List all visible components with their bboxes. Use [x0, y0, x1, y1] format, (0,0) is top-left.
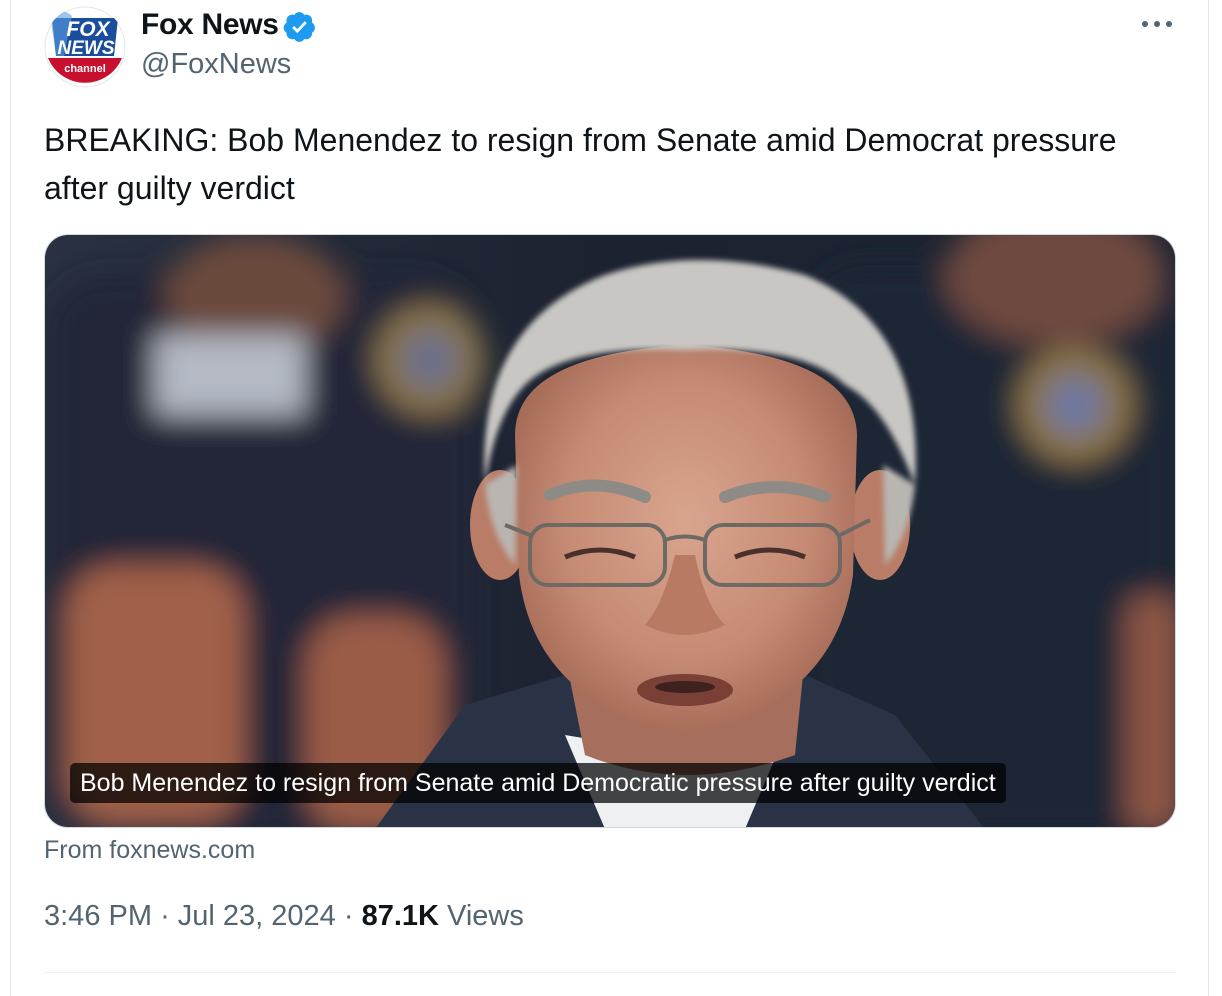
- views-count: 87.1K: [361, 900, 439, 932]
- link-card-image[interactable]: Bob Menendez to resign from Senate amid …: [44, 234, 1176, 828]
- tweet-time[interactable]: 3:46 PM: [44, 900, 152, 932]
- more-options-icon[interactable]: [1140, 14, 1174, 34]
- separator-dot: ·: [343, 900, 362, 932]
- verified-badge-icon: [283, 12, 315, 42]
- frame-border-left: [10, 0, 11, 996]
- tweet-metadata: 3:46 PM · Jul 23, 2024 · 87.1K Views: [44, 900, 524, 933]
- news-photo: [45, 235, 1175, 827]
- views-label: Views: [447, 900, 524, 932]
- divider: [44, 972, 1176, 973]
- fox-news-logo-icon: FOX NEWS channel: [44, 6, 126, 88]
- author-handle[interactable]: @FoxNews: [141, 48, 291, 81]
- link-source[interactable]: From foxnews.com: [44, 836, 255, 865]
- logo-channel-text: channel: [64, 63, 106, 75]
- avatar[interactable]: FOX NEWS channel: [44, 6, 126, 88]
- logo-news-text: NEWS: [58, 38, 115, 59]
- tweet-date[interactable]: Jul 23, 2024: [178, 900, 336, 932]
- media-caption: Bob Menendez to resign from Senate amid …: [70, 763, 1006, 803]
- tweet-text: BREAKING: Bob Menendez to resign from Se…: [44, 122, 1117, 206]
- separator-dot: ·: [160, 900, 178, 932]
- frame-border-right: [1208, 0, 1209, 996]
- author-name[interactable]: Fox News: [141, 8, 279, 42]
